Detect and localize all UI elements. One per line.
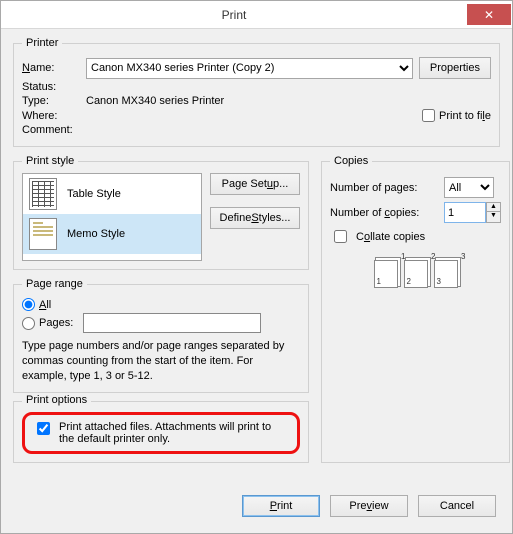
style-item-label: Memo Style (67, 228, 125, 240)
print-button[interactable]: Print (242, 495, 320, 517)
print-style-list[interactable]: Table Style Memo Style (22, 173, 202, 261)
print-dialog: Print ✕ Printer Name: Canon MX340 series… (0, 0, 513, 534)
close-icon: ✕ (484, 8, 494, 22)
dialog-footer: Print Preview Cancel (13, 493, 500, 521)
page-range-pages-input[interactable] (83, 313, 261, 333)
print-options-group: Print options Print attached files. Atta… (13, 401, 309, 463)
print-style-legend: Print style (22, 155, 78, 167)
style-item-table[interactable]: Table Style (23, 174, 201, 214)
page-range-legend: Page range (22, 278, 87, 290)
collate-thumb-icon (434, 260, 458, 288)
page-range-all-radio[interactable] (22, 298, 35, 311)
printer-type-value: Canon MX340 series Printer (86, 95, 224, 107)
number-copies-label: Number of copies: (330, 207, 438, 219)
print-style-group: Print style Table Style Memo Style (13, 155, 309, 270)
collate-thumb-icon (374, 260, 398, 288)
print-attached-label: Print attached files. Attachments will p… (59, 421, 289, 445)
number-copies-input[interactable] (444, 202, 486, 223)
printer-type-label: Type: (22, 95, 80, 107)
printer-legend: Printer (22, 37, 62, 49)
print-options-legend: Print options (22, 394, 91, 406)
memo-style-icon (29, 218, 57, 250)
define-styles-button[interactable]: Define Styles... (210, 207, 300, 229)
table-style-icon (29, 178, 57, 210)
page-range-all-label: All (39, 299, 51, 311)
number-pages-label: Number of pages: (330, 182, 438, 194)
collate-thumb-icon (404, 260, 428, 288)
printer-status-label: Status: (22, 81, 80, 93)
collate-label: Collate copies (356, 231, 425, 243)
page-range-pages-label: Pages: (39, 317, 79, 329)
printer-name-label: Name: (22, 62, 80, 74)
collate-preview (330, 260, 501, 288)
copies-legend: Copies (330, 155, 372, 167)
print-to-file-checkbox[interactable]: Print to file (422, 109, 491, 122)
copies-group: Copies Number of pages: All Number of co… (321, 155, 510, 463)
page-range-group: Page range All Pages: Type page numbers … (13, 278, 309, 393)
collate-checkbox[interactable] (334, 230, 347, 243)
print-to-file-label: Print to file (439, 110, 491, 122)
page-setup-button[interactable]: Page Setup... (210, 173, 300, 195)
style-item-label: Table Style (67, 188, 121, 200)
properties-button[interactable]: Properties (419, 57, 491, 79)
printer-where-label: Where: (22, 110, 80, 122)
window-title: Print (1, 8, 467, 22)
preview-button[interactable]: Preview (330, 495, 408, 517)
spin-down-button[interactable]: ▼ (486, 212, 501, 223)
spin-up-button[interactable]: ▲ (486, 202, 501, 212)
page-range-pages-radio[interactable] (22, 317, 35, 330)
printer-comment-label: Comment: (22, 124, 80, 136)
printer-group: Printer Name: Canon MX340 series Printer… (13, 37, 500, 147)
page-range-hint: Type page numbers and/or page ranges sep… (22, 339, 300, 384)
style-item-memo[interactable]: Memo Style (23, 214, 201, 254)
titlebar: Print ✕ (1, 1, 512, 29)
cancel-button[interactable]: Cancel (418, 495, 496, 517)
close-button[interactable]: ✕ (467, 4, 511, 25)
highlight-box: Print attached files. Attachments will p… (22, 412, 300, 454)
printer-name-select[interactable]: Canon MX340 series Printer (Copy 2) (86, 58, 413, 79)
print-to-file-input[interactable] (422, 109, 435, 122)
print-attached-checkbox[interactable] (37, 422, 50, 435)
number-pages-select[interactable]: All (444, 177, 494, 198)
